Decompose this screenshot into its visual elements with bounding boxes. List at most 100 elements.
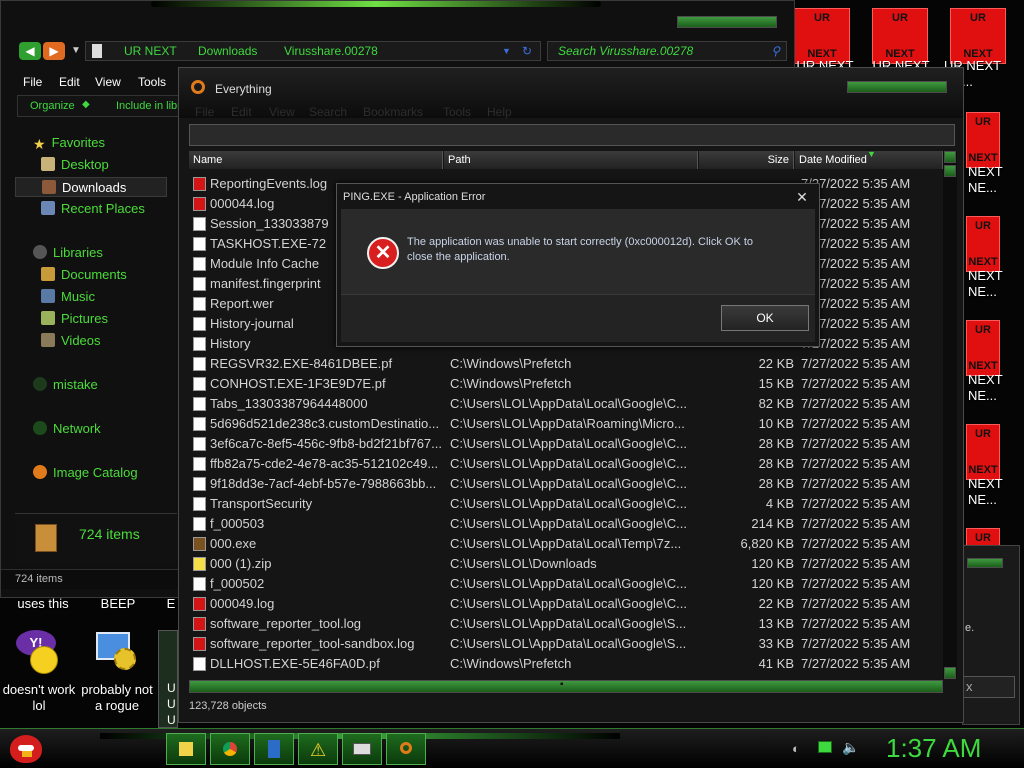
desktop-icon-ur-next[interactable]: UR NEXT bbox=[966, 112, 1000, 168]
desktop-icon-ur-next[interactable]: UR NEXT bbox=[950, 8, 1006, 64]
breadcrumb-folder[interactable]: Virusshare.00278 bbox=[284, 42, 378, 60]
nav-label: Videos bbox=[61, 333, 101, 348]
result-row[interactable]: f_000502 C:\Users\LOL\AppData\Local\Googl… bbox=[189, 574, 944, 594]
breadcrumb-downloads[interactable]: Downloads bbox=[198, 42, 257, 60]
breadcrumb-ur-next[interactable]: UR NEXT bbox=[124, 42, 177, 60]
taskbar-explorer-button[interactable] bbox=[166, 733, 206, 765]
menu-view[interactable]: View bbox=[269, 105, 295, 119]
desktop-icon-ur-next[interactable]: UR NEXT bbox=[966, 424, 1000, 480]
result-row[interactable]: software_reporter_tool-sandbox.log C:\Use… bbox=[189, 634, 944, 654]
result-row[interactable]: Tabs_13303387964448000 C:\Users\LOL\AppDa… bbox=[189, 394, 944, 414]
result-row[interactable]: f_000503 C:\Users\LOL\AppData\Local\Googl… bbox=[189, 514, 944, 534]
file-path: C:\Users\LOL\AppData\Local\Google\C... bbox=[450, 496, 688, 511]
column-header-name[interactable]: Name bbox=[189, 151, 443, 169]
yahoo-messenger-icon[interactable]: Y! bbox=[16, 630, 62, 674]
window-controls[interactable] bbox=[847, 81, 947, 93]
menu-help[interactable]: Help bbox=[487, 105, 512, 119]
window-control-bar[interactable] bbox=[967, 558, 1003, 568]
result-row[interactable]: 000.exe C:\Users\LOL\AppData\Local\Temp\7… bbox=[189, 534, 944, 554]
nav-favorites[interactable]: ★ Favorites bbox=[15, 133, 105, 153]
nav-mistake[interactable]: mistake bbox=[15, 375, 98, 395]
file-size: 41 KB bbox=[758, 656, 794, 671]
menu-tools[interactable]: Tools bbox=[138, 75, 166, 89]
desktop-icon-ur-next[interactable]: UR NEXT bbox=[966, 320, 1000, 376]
ok-button[interactable]: OK bbox=[721, 305, 809, 331]
menu-file[interactable]: File bbox=[23, 75, 42, 89]
result-row[interactable]: software_reporter_tool.log C:\Users\LOL\A… bbox=[189, 614, 944, 634]
result-row[interactable]: 9f18dd3e-7acf-4ebf-b57e-7988663bb... C:\U… bbox=[189, 474, 944, 494]
result-row[interactable]: 3ef6ca7c-8ef5-456c-9fb8-bd2f21bf767... C:… bbox=[189, 434, 944, 454]
result-row[interactable]: DLLHOST.EXE-5E46FA0D.pf C:\Windows\Prefet… bbox=[189, 654, 944, 674]
close-icon[interactable]: ✕ bbox=[791, 188, 813, 206]
search-magnifier-icon bbox=[191, 80, 205, 94]
result-row[interactable]: 000049.log C:\Users\LOL\AppData\Local\Goo… bbox=[189, 594, 944, 614]
window-controls[interactable] bbox=[677, 16, 777, 28]
organize-button[interactable]: Organize bbox=[30, 100, 75, 112]
address-bar[interactable]: UR NEXT Downloads Virusshare.00278 ▼ ↻ bbox=[85, 41, 541, 61]
menu-edit[interactable]: Edit bbox=[59, 75, 80, 89]
nav-libraries[interactable]: Libraries bbox=[15, 243, 103, 263]
nav-documents[interactable]: Documents bbox=[15, 265, 127, 285]
refresh-icon[interactable]: ↻ bbox=[522, 42, 532, 60]
file-date: 7/27/2022 5:35 AM bbox=[801, 196, 911, 211]
nav-image-catalog[interactable]: Image Catalog bbox=[15, 463, 138, 483]
desktop-icon-ur-next[interactable]: UR NEXT bbox=[794, 8, 850, 64]
menu-file[interactable]: File bbox=[195, 105, 214, 119]
result-row[interactable]: 000 (1).zip C:\Users\LOL\Downloads 120 KB 7… bbox=[189, 554, 944, 574]
result-row[interactable]: 5d696d521de238c3.customDestinatio... C:\U… bbox=[189, 414, 944, 434]
file-name: 9f18dd3e-7acf-4ebf-b57e-7988663bb... bbox=[210, 476, 437, 491]
forward-arrow-icon[interactable]: ▶ bbox=[43, 42, 65, 60]
result-row[interactable]: TransportSecurity C:\Users\LOL\AppData\Lo… bbox=[189, 494, 944, 514]
control-panel-icon[interactable] bbox=[96, 632, 138, 672]
videos-icon bbox=[41, 333, 55, 347]
menu-edit[interactable]: Edit bbox=[231, 105, 252, 119]
scroll-down-button[interactable] bbox=[944, 667, 956, 679]
desktop-icon-ur-next[interactable]: UR NEXT bbox=[966, 216, 1000, 272]
taskbar-app-button[interactable] bbox=[254, 733, 294, 765]
column-header-date-modified[interactable]: Date Modified ▼ bbox=[795, 149, 943, 169]
scroll-thumb[interactable] bbox=[944, 165, 956, 177]
column-header-path[interactable]: Path bbox=[444, 151, 698, 169]
volume-icon[interactable]: 🔈 bbox=[842, 739, 859, 756]
network-tray-icon[interactable] bbox=[818, 741, 832, 753]
menu-tools[interactable]: Tools bbox=[443, 105, 471, 119]
nav-desktop[interactable]: Desktop bbox=[15, 155, 109, 175]
nav-downloads[interactable]: Downloads bbox=[15, 177, 167, 197]
clock[interactable]: 1:37 AM bbox=[886, 733, 981, 763]
search-input[interactable] bbox=[189, 124, 955, 146]
taskbar-chrome-button[interactable] bbox=[210, 733, 250, 765]
search-input[interactable]: Search Virusshare.00278 ⚲ bbox=[547, 41, 787, 61]
chrome-icon bbox=[223, 742, 237, 756]
file-icon bbox=[193, 237, 206, 251]
history-dropdown-icon[interactable]: ▼ bbox=[71, 45, 81, 56]
search-icon[interactable]: ⚲ bbox=[771, 42, 780, 60]
taskbar-window-button[interactable] bbox=[342, 733, 382, 765]
result-row[interactable]: REGSVR32.EXE-8461DBEE.pf C:\Windows\Prefe… bbox=[189, 354, 944, 374]
column-header-size[interactable]: Size bbox=[699, 151, 794, 169]
file-date: 7/27/2022 5:35 AM bbox=[801, 236, 911, 251]
partial-button[interactable]: x bbox=[963, 676, 1015, 698]
details-pane: 724 items bbox=[15, 513, 177, 563]
menu-view[interactable]: View bbox=[95, 75, 121, 89]
nav-pictures[interactable]: Pictures bbox=[15, 309, 108, 329]
back-arrow-icon[interactable]: ◀ bbox=[19, 42, 41, 60]
nav-music[interactable]: Music bbox=[15, 287, 95, 307]
nav-recent-places[interactable]: Recent Places bbox=[15, 199, 145, 219]
action-center-icon[interactable]: ◐ bbox=[792, 741, 800, 756]
nav-network[interactable]: Network bbox=[15, 419, 101, 439]
include-in-library-button[interactable]: Include in libr bbox=[116, 100, 181, 112]
desktop-icon-ur-next[interactable]: UR NEXT bbox=[872, 8, 928, 64]
vertical-scrollbar[interactable] bbox=[943, 151, 957, 679]
nav-videos[interactable]: Videos bbox=[15, 331, 101, 351]
result-row[interactable]: ffb82a75-cde2-4e78-ac35-512102c49... C:\U… bbox=[189, 454, 944, 474]
result-row[interactable]: CONHOST.EXE-1F3E9D7E.pf C:\Windows\Prefet… bbox=[189, 374, 944, 394]
taskbar-warning-button[interactable]: ⚠ bbox=[298, 733, 338, 765]
address-dropdown-icon[interactable]: ▼ bbox=[502, 42, 511, 60]
horizontal-scrollbar[interactable]: ▪ bbox=[189, 679, 943, 693]
documents-icon bbox=[41, 267, 55, 281]
menu-bookmarks[interactable]: Bookmarks bbox=[363, 105, 423, 119]
scroll-up-button[interactable] bbox=[944, 151, 956, 163]
menu-search[interactable]: Search bbox=[309, 105, 347, 119]
start-button[interactable] bbox=[10, 731, 46, 765]
taskbar-everything-button[interactable] bbox=[386, 733, 426, 765]
